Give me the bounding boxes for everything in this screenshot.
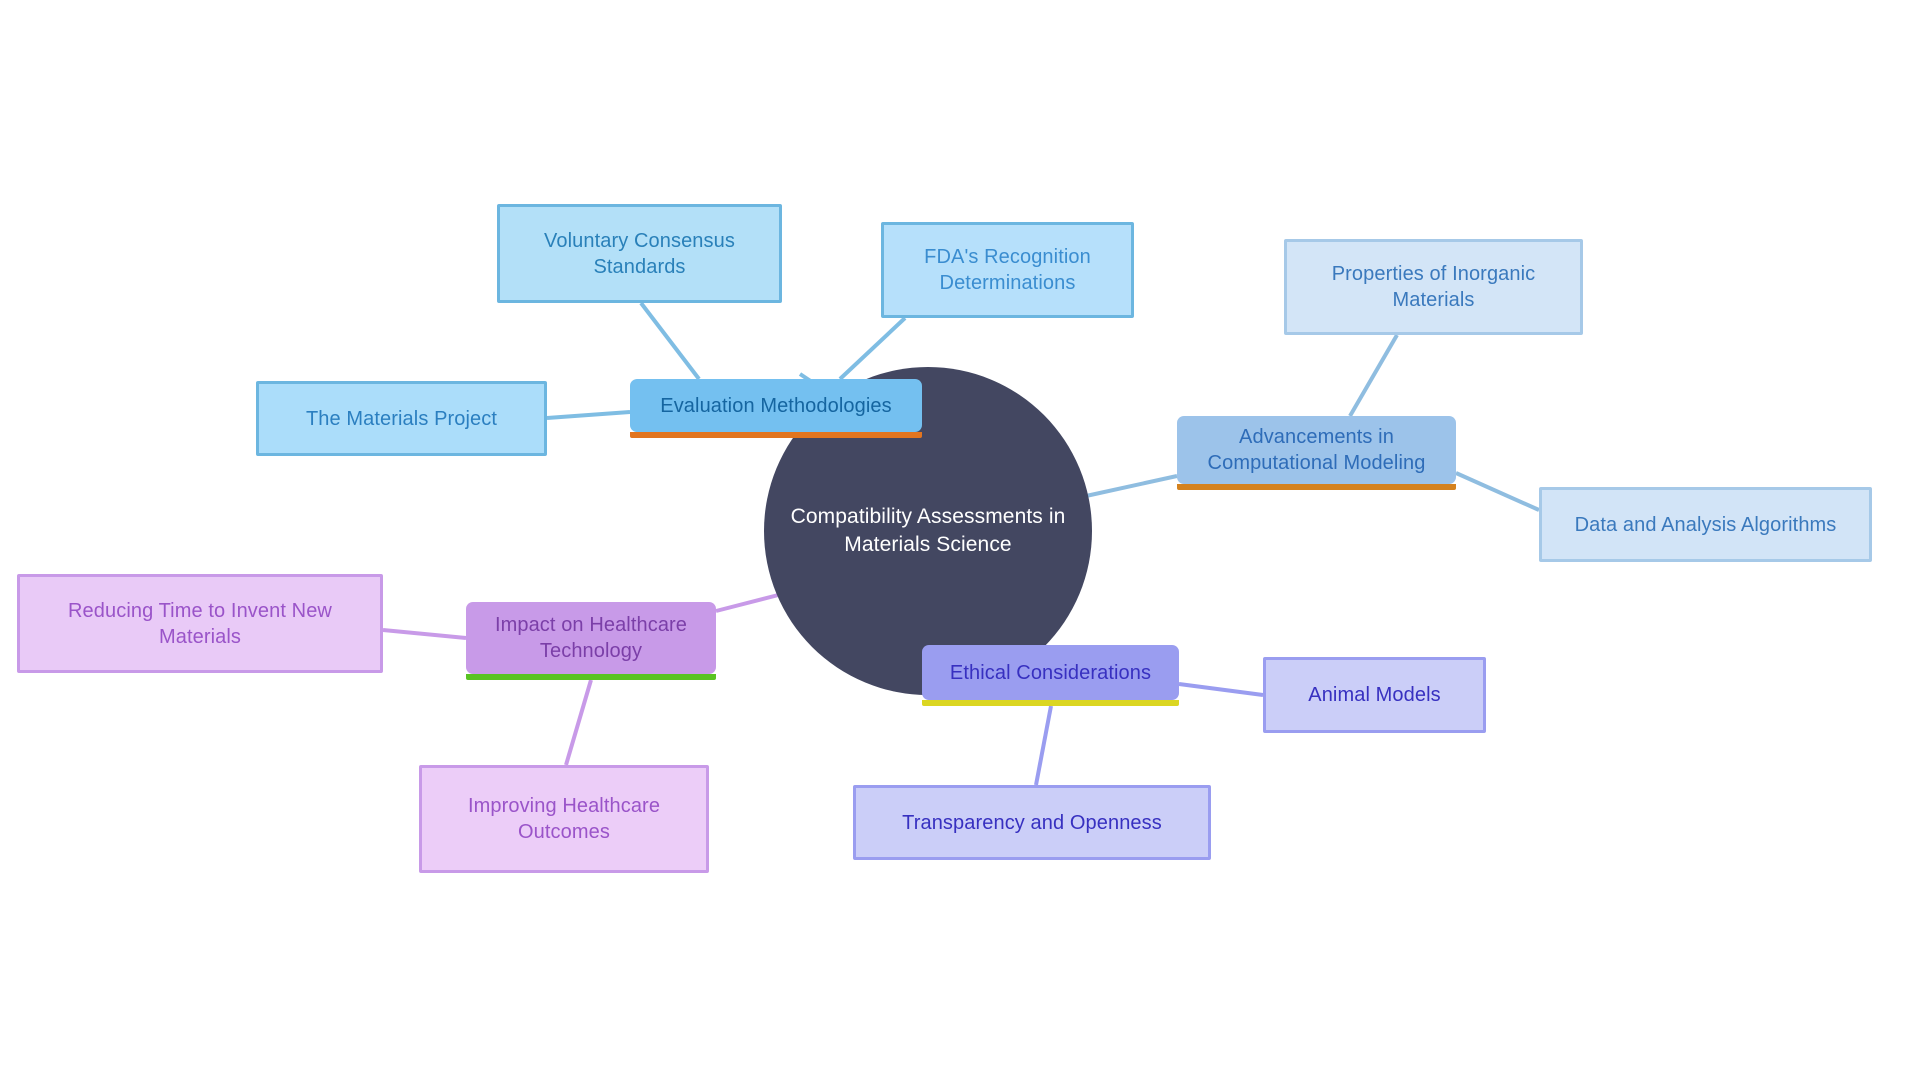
- connector-ethical-to-animal-models: [1178, 682, 1264, 697]
- leaf-node-improving-healthcare-outcomes[interactable]: Improving Healthcare Outcomes: [419, 765, 709, 873]
- connector-evaluation-methodologies-to-the-materials-project: [546, 410, 631, 420]
- connector-advancements-to-data-and-analysis-algorithms: [1455, 471, 1540, 512]
- branch-node-evaluation-methodologies[interactable]: Evaluation Methodologies: [630, 379, 922, 438]
- branch-accent-bar: [630, 432, 922, 438]
- root-node-label: Compatibility Assessments in Materials S…: [790, 505, 1066, 556]
- leaf-node-label: Animal Models: [1308, 684, 1441, 706]
- connector-ethical-to-transparency-and-openness: [1034, 705, 1053, 786]
- branch-node-label: Evaluation Methodologies: [660, 394, 892, 417]
- branch-accent-bar: [1177, 484, 1456, 490]
- leaf-node-label: FDA's Recognition Determinations: [924, 246, 1091, 294]
- branch-accent-bar: [466, 674, 716, 680]
- leaf-node-label: The Materials Project: [305, 407, 498, 430]
- leaf-node-data-and-analysis-algorithms[interactable]: Data and Analysis Algorithms: [1539, 487, 1872, 562]
- connector-impact-to-improving-healthcare-outcomes: [564, 679, 593, 766]
- branch-node-advancements-in-computational-modeling[interactable]: Advancements in Computational Modeling: [1177, 416, 1456, 490]
- leaf-node-label: Data and Analysis Algorithms: [1574, 513, 1837, 536]
- branch-node-impact-on-healthcare-technology[interactable]: Impact on Healthcare Technology: [466, 602, 716, 680]
- leaf-node-fdas-recognition-determinations[interactable]: FDA's Recognition Determinations: [881, 222, 1134, 318]
- connector-impact-to-reducing-time-to-invent-new-materials: [382, 628, 467, 640]
- leaf-node-label: Reducing Time to Invent New Materials: [68, 599, 332, 648]
- leaf-node-label: Voluntary Consensus Standards: [544, 229, 735, 278]
- leaf-node-the-materials-project[interactable]: The Materials Project: [256, 381, 547, 456]
- connector-evaluation-methodologies-to-voluntary-consensus-standards: [639, 301, 701, 381]
- leaf-node-transparency-and-openness[interactable]: Transparency and Openness: [853, 785, 1211, 860]
- branch-node-ethical-considerations[interactable]: Ethical Considerations: [922, 645, 1179, 706]
- branch-accent-bar: [922, 700, 1179, 706]
- branch-node-label: Ethical Considerations: [949, 661, 1152, 684]
- leaf-node-label: Properties of Inorganic Materials: [1331, 263, 1536, 311]
- branch-node-label: Advancements in Computational Modeling: [1207, 426, 1426, 474]
- leaf-node-reducing-time-to-invent-new-materials[interactable]: Reducing Time to Invent New Materials: [17, 574, 383, 673]
- leaf-node-animal-models[interactable]: Animal Models: [1263, 657, 1486, 733]
- branch-node-label: Impact on Healthcare Technology: [494, 614, 688, 662]
- leaf-node-properties-of-inorganic-materials[interactable]: Properties of Inorganic Materials: [1284, 239, 1583, 335]
- leaf-node-voluntary-consensus-standards[interactable]: Voluntary Consensus Standards: [497, 204, 782, 303]
- mind-map-canvas: Compatibility Assessments in Materials S…: [0, 0, 1920, 1080]
- connector-root-to-advancements-in-computational-modeling: [1085, 474, 1178, 498]
- leaf-node-label: Transparency and Openness: [902, 811, 1162, 834]
- connector-advancements-to-properties-of-inorganic-materials: [1348, 333, 1399, 418]
- leaf-node-label: Improving Healthcare Outcomes: [467, 795, 661, 843]
